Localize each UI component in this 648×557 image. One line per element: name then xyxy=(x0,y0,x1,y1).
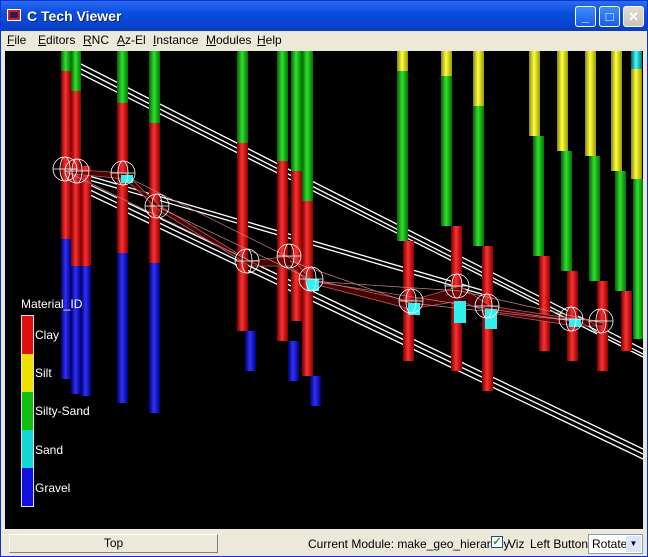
legend-title: Material_ID xyxy=(21,297,83,311)
menu-file[interactable]: File xyxy=(7,33,26,47)
status-bar: Top Current Module: make_geo_hierarchy ✓… xyxy=(1,531,647,556)
menu-modules[interactable]: Modules xyxy=(206,33,251,47)
app-icon xyxy=(7,9,21,21)
current-module-label: Current Module: make_geo_hierarchy xyxy=(308,537,510,551)
top-view-button[interactable]: Top xyxy=(9,534,218,553)
left-button-mode-select[interactable]: Rotate ▼ xyxy=(588,534,643,554)
maximize-button[interactable]: □ xyxy=(599,6,620,27)
legend-swatch-silty-sand xyxy=(22,392,33,430)
window-title: C Tech Viewer xyxy=(27,8,122,24)
left-button-label: Left Button xyxy=(530,537,589,551)
left-button-mode-value: Rotate xyxy=(592,537,628,551)
menu-editors[interactable]: Editors xyxy=(38,33,75,47)
menu-instance[interactable]: Instance xyxy=(153,33,198,47)
menu-bar: File Editors RNC Az-El Instance Modules … xyxy=(1,31,647,50)
menu-help[interactable]: Help xyxy=(257,33,282,47)
legend-swatch-gravel xyxy=(22,468,33,506)
legend-label-silt: Silt xyxy=(35,366,52,380)
close-button[interactable]: ✕ xyxy=(623,6,644,27)
menu-rnc[interactable]: RNC xyxy=(83,33,109,47)
legend-swatch-clay xyxy=(22,316,33,354)
legend-swatch-sand xyxy=(22,430,33,468)
legend-swatch-silt xyxy=(22,354,33,392)
viz-label: Viz xyxy=(508,537,525,551)
menu-az-el[interactable]: Az-El xyxy=(117,33,146,47)
minimize-button[interactable]: _ xyxy=(575,6,596,27)
viz-checkbox[interactable]: ✓ xyxy=(491,536,503,548)
scene-render xyxy=(52,51,643,460)
chevron-down-icon[interactable]: ▼ xyxy=(626,536,641,552)
3d-viewport[interactable]: Material_ID Clay Silt Silty-Sand Sand Gr… xyxy=(5,51,643,529)
legend-color-bar xyxy=(21,315,34,507)
legend-label-gravel: Gravel xyxy=(35,481,71,495)
title-bar[interactable]: C Tech Viewer _ □ ✕ xyxy=(1,1,647,31)
app-window: C Tech Viewer _ □ ✕ File Editors RNC Az-… xyxy=(0,0,648,557)
legend-label-sand: Sand xyxy=(35,443,64,457)
legend-label-silty-sand: Silty-Sand xyxy=(35,404,90,418)
legend-label-clay: Clay xyxy=(35,328,60,342)
